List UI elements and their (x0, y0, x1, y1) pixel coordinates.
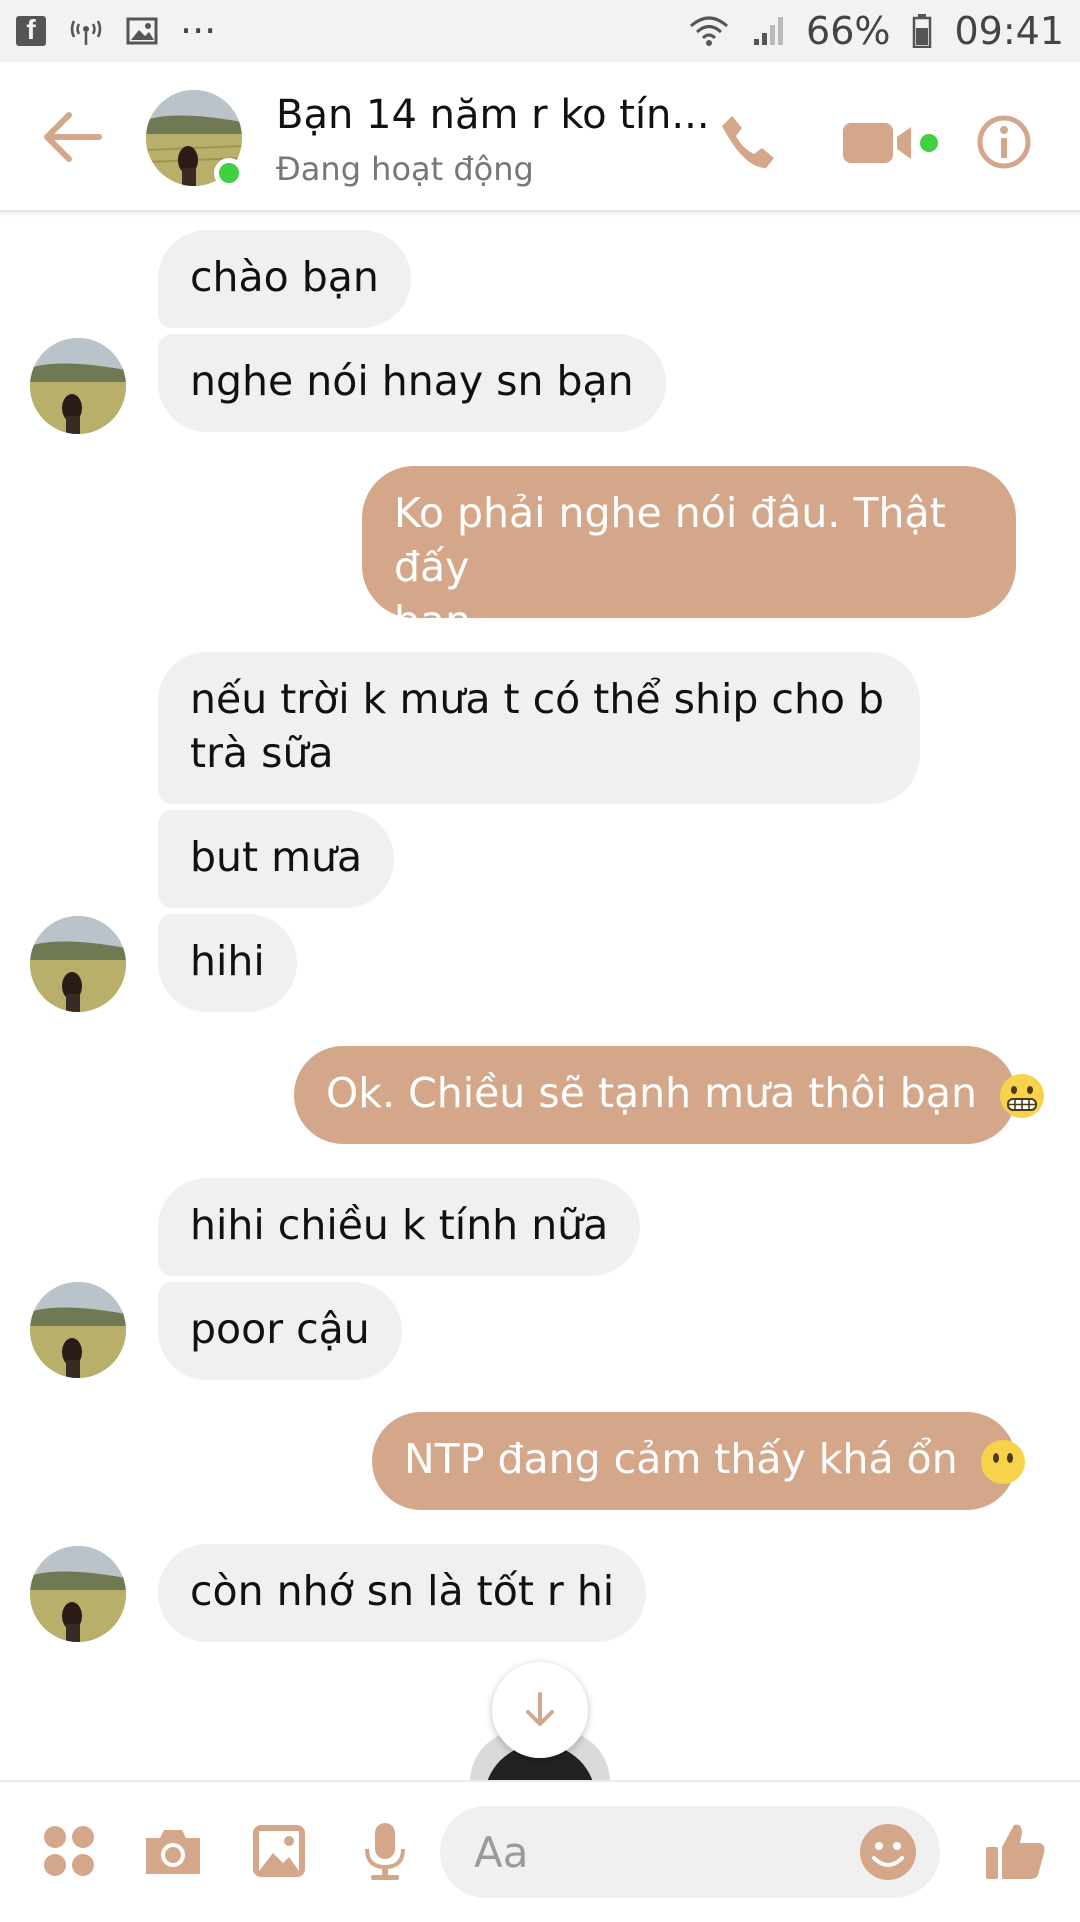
gallery-icon (126, 17, 158, 45)
sender-avatar[interactable] (30, 1546, 126, 1642)
wifi-calling-icon (70, 20, 102, 45)
message-line: Ko phải nghe nói đâu. Thật đấy (394, 489, 946, 591)
status-bar: f ··· 66% 09:41 (0, 0, 1080, 62)
sender-avatar[interactable] (30, 338, 126, 434)
video-camera-icon (843, 123, 938, 163)
info-icon (977, 115, 1031, 169)
info-button[interactable] (964, 102, 1044, 182)
back-arrow-icon (44, 112, 102, 162)
message-input-box[interactable] (440, 1806, 940, 1898)
contact-name[interactable]: Bạn 14 năm r ko tín... (276, 92, 710, 138)
online-status-dot (214, 158, 244, 188)
message-line: bạn (394, 597, 472, 645)
facebook-icon: f (16, 14, 46, 46)
message-bubble-incoming[interactable]: chào bạn (158, 230, 411, 328)
message-text: Ok. Chiều sẽ tạnh mưa thôi bạn (326, 1069, 977, 1117)
signal-icon (754, 17, 784, 45)
camera-button[interactable] (138, 1816, 208, 1886)
wifi-icon (690, 16, 729, 46)
conversation-header: Bạn 14 năm r ko tín... Đang hoạt động (0, 62, 1080, 212)
message-bubble-incoming[interactable]: còn nhớ sn là tốt r hi (158, 1544, 647, 1642)
gallery-button[interactable] (244, 1816, 314, 1886)
message-line: trà sữa (190, 729, 334, 777)
more-actions-button[interactable] (34, 1816, 104, 1886)
emoji-button[interactable] (854, 1818, 922, 1886)
voice-call-button[interactable] (708, 102, 788, 182)
emoji-icon (860, 1824, 916, 1880)
message-bubble-incoming[interactable]: poor cậu (158, 1282, 402, 1380)
microphone-icon (365, 1823, 405, 1880)
battery-percent: 66% (806, 9, 891, 53)
status-right: 66% 09:41 (688, 9, 1064, 53)
message-bubble-outgoing[interactable]: NTP đang cảm thấy khá ổn (372, 1412, 1025, 1510)
more-dots-icon: ··· (180, 9, 217, 53)
phone-icon (722, 116, 774, 168)
apps-grid-icon (44, 1826, 94, 1876)
message-composer (0, 1780, 1080, 1922)
like-button[interactable] (976, 1816, 1056, 1886)
status-left: f ··· (16, 9, 216, 53)
camera-icon (146, 1830, 200, 1874)
sender-avatar[interactable] (30, 1282, 126, 1378)
battery-icon (913, 14, 932, 48)
voice-message-button[interactable] (350, 1816, 420, 1886)
message-line: nếu trời k mưa t có thể ship cho b (190, 675, 885, 723)
message-bubble-incoming[interactable]: but mưa (158, 810, 395, 908)
video-call-button[interactable] (836, 102, 946, 182)
message-bubble-incoming[interactable]: hihi chiều k tính nữa (158, 1178, 641, 1276)
scroll-to-bottom-button[interactable] (492, 1662, 588, 1758)
message-bubble-outgoing[interactable]: Ko phải nghe nói đâu. Thật đấy bạn (362, 466, 1016, 645)
back-button[interactable] (38, 102, 108, 172)
message-bubble-incoming[interactable]: nghe nói hnay sn bạn (158, 334, 666, 432)
active-status-text: Đang hoạt động (276, 150, 534, 188)
message-input[interactable] (472, 1826, 806, 1878)
message-list[interactable]: chào bạn nghe nói hnay sn bạn Ko phải ng… (0, 212, 1080, 1780)
neutral-face-emoji (980, 1440, 1025, 1484)
message-bubble-incoming[interactable]: nếu trời k mưa t có thể ship cho b trà s… (158, 652, 920, 804)
photo-icon (253, 1825, 305, 1877)
thumbs-up-icon (986, 1824, 1045, 1879)
clock: 09:41 (954, 9, 1064, 53)
message-bubble-incoming[interactable]: hihi (158, 914, 297, 1012)
message-bubble-outgoing[interactable]: Ok. Chiều sẽ tạnh mưa thôi bạn (294, 1046, 1044, 1144)
message-text: NTP đang cảm thấy khá ổn (404, 1435, 958, 1483)
grimacing-face-emoji (999, 1074, 1044, 1118)
arrow-down-icon (526, 1692, 554, 1726)
sender-avatar[interactable] (30, 916, 126, 1012)
